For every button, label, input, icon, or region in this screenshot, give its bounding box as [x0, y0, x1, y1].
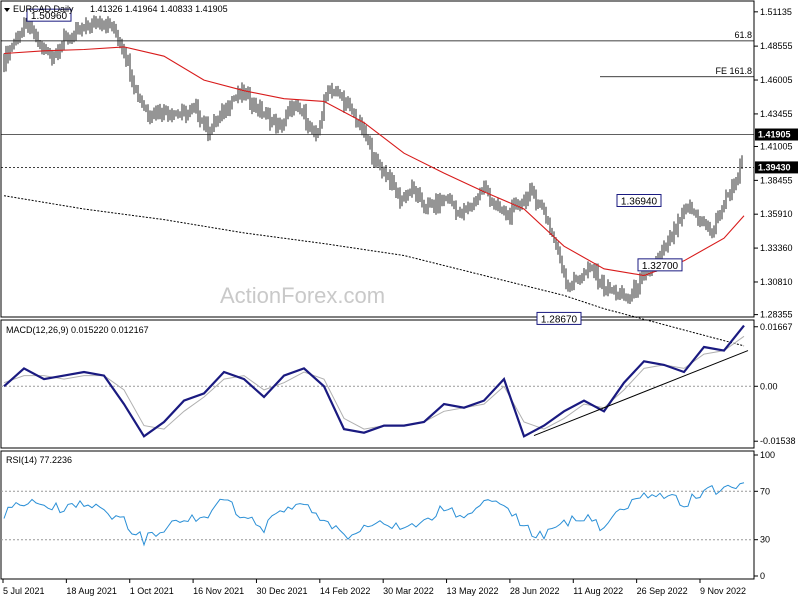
rsi-panel: RSI(14) 77.2236 100 70 30 0: [1, 450, 775, 581]
x-tick-label: 13 May 2022: [447, 586, 499, 596]
annotation-label: 1.32700: [642, 261, 679, 272]
x-tick-label: 5 Jul 2021: [3, 586, 45, 596]
ma-long-line: [3, 195, 745, 347]
chart-canvas: ActionForex.com 1.51135 1.48555 1.46005 1.4…: [0, 0, 798, 596]
x-tick-label: 1 Oct 2021: [130, 586, 174, 596]
level-label: 61.8: [734, 30, 752, 40]
x-tick-label: 30 Dec 2021: [256, 586, 307, 596]
rsi-panel-frame: [0, 450, 755, 580]
rsi-y-tick-label: 100: [760, 450, 775, 460]
macd-title: MACD(12,26,9) 0.015220 0.012167: [6, 325, 149, 335]
macd-y-tick-label: 0.00: [760, 381, 778, 391]
x-tick-label: 11 Aug 2022: [573, 586, 623, 596]
macd-panel: MACD(12,26,9) 0.015220 0.012167 0.01667 0.…: [1, 322, 796, 446]
macd-signal-line: [3, 335, 745, 430]
price-tag-label: 1.41905: [758, 130, 791, 140]
price-y-tick-label: 1.28355: [760, 310, 793, 320]
rsi-y-tick-label: 0: [760, 571, 765, 581]
x-tick-label: 26 Sep 2022: [637, 586, 688, 596]
rsi-title: RSI(14) 77.2236: [6, 455, 72, 465]
annotation-label: 1.36940: [621, 197, 658, 208]
price-y-tick-label: 1.30810: [760, 277, 793, 287]
price-y-tick-label: 1.51135: [760, 7, 792, 17]
price-y-tick-label: 1.35910: [760, 209, 793, 219]
price-y-tick-label: 1.41005: [760, 141, 793, 151]
x-tick-label: 18 Aug 2021: [66, 586, 117, 596]
price-y-tick-label: 1.33360: [760, 243, 793, 253]
x-tick-label: 28 Jun 2022: [510, 586, 560, 596]
price-y-tick-label: 1.46005: [760, 75, 793, 85]
watermark: ActionForex.com: [220, 283, 385, 308]
macd-y-tick-label: -0.01538: [760, 436, 796, 446]
level-label: FE 161.8: [715, 66, 752, 76]
x-axis: 5 Jul 2021 18 Aug 2021 1 Oct 2021 16 Nov 20…: [2, 579, 746, 596]
rsi-y-tick-label: 30: [760, 535, 770, 545]
price-y-tick-label: 1.48555: [760, 41, 793, 51]
macd-y-tick-label: 0.01667: [760, 322, 793, 332]
dropdown-icon[interactable]: [4, 8, 10, 12]
x-tick-label: 16 Nov 2021: [193, 586, 244, 596]
rsi-y-tick-label: 70: [760, 486, 770, 496]
price-panel: 1.51135 1.48555 1.46005 1.43455 1.41005 1.384…: [1, 7, 798, 347]
annotation-label: 1.28670: [541, 314, 578, 325]
symbol-label: EURCAD,Daily: [13, 4, 74, 14]
x-tick-label: 30 Mar 2022: [383, 586, 434, 596]
price-tag-label: 1.39430: [758, 162, 791, 172]
price-y-tick-label: 1.43455: [760, 109, 793, 119]
price-y-tick-label: 1.38455: [760, 175, 793, 185]
ohlc-readout: 1.41326 1.41964 1.40833 1.41905: [90, 4, 228, 14]
x-tick-label: 14 Feb 2022: [320, 586, 371, 596]
rsi-line: [3, 482, 745, 547]
x-tick-label: 9 Nov 2022: [700, 586, 746, 596]
